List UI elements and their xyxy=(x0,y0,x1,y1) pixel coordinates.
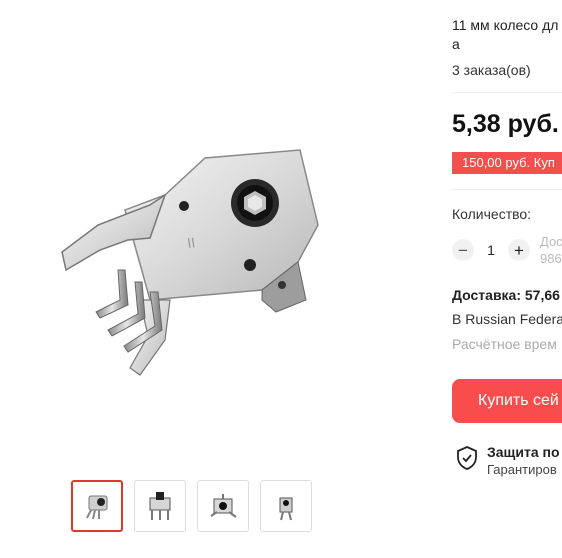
encoder-thumbnail-icon xyxy=(149,492,171,520)
buyer-protection-subtitle: Гарантиров xyxy=(487,462,557,477)
thumbnail-4[interactable] xyxy=(260,480,312,532)
quantity-stepper: − 1 + xyxy=(452,237,530,263)
shield-check-icon xyxy=(457,446,477,470)
encoder-thumbnail-icon xyxy=(210,494,237,518)
shipping-cost: Доставка: 57,66 xyxy=(452,287,560,303)
availability-line-1: Дос xyxy=(540,234,562,249)
thumbnail-1[interactable] xyxy=(71,480,123,532)
divider xyxy=(452,189,562,190)
thumbnail-strip xyxy=(71,480,312,532)
delivery-estimate: Расчётное врем xyxy=(452,336,557,352)
encoder-thumbnail-icon xyxy=(279,497,293,521)
product-title-line-2: а xyxy=(452,36,460,52)
encoder-thumbnail-icon xyxy=(86,495,108,520)
shipping-destination[interactable]: В Russian Federa xyxy=(452,311,562,327)
product-title-line-1: 11 мм колесо дл xyxy=(452,17,559,33)
buyer-protection-title[interactable]: Защита по xyxy=(487,444,560,460)
rotary-encoder-photo: II xyxy=(61,149,319,376)
thumbnail-3[interactable] xyxy=(197,480,249,532)
quantity-increase-button[interactable]: + xyxy=(508,239,530,261)
divider xyxy=(452,92,562,93)
availability-line-2: 986 xyxy=(540,251,562,266)
quantity-decrease-button[interactable]: − xyxy=(452,239,474,261)
quantity-value[interactable]: 1 xyxy=(474,242,508,258)
quantity-label: Количество: xyxy=(452,206,532,222)
availability-text: Дос 986 xyxy=(540,233,562,267)
product-title[interactable]: 11 мм колесо дл а xyxy=(452,16,562,54)
thumbnail-2[interactable] xyxy=(134,480,186,532)
product-price: 5,38 руб. xyxy=(452,110,559,138)
orders-count: 3 заказа(ов) xyxy=(452,62,531,78)
product-main-image[interactable]: II xyxy=(0,0,420,470)
product-info-panel: 11 мм колесо дл а 3 заказа(ов) 5,38 руб.… xyxy=(452,0,562,558)
buy-now-button[interactable]: Купить сей xyxy=(452,379,562,423)
coupon-badge[interactable]: 150,00 руб. Куп xyxy=(452,152,562,174)
